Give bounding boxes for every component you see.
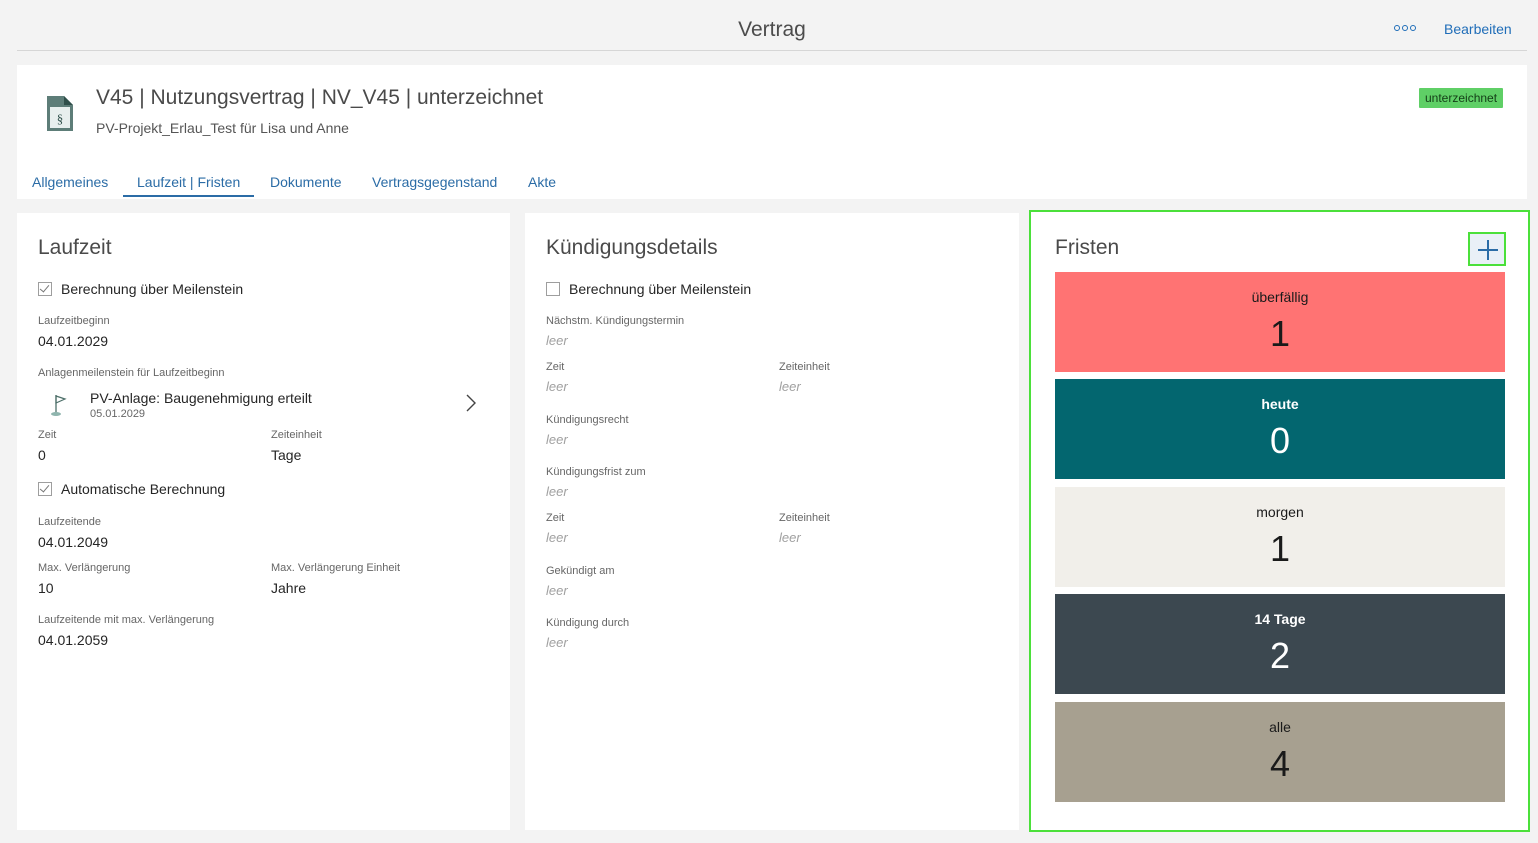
checkbox-label: Berechnung über Meilenstein — [61, 281, 244, 297]
tile-count: 1 — [1269, 528, 1291, 569]
kuendigung-milestone-checkbox-row[interactable]: Berechnung über Meilenstein — [546, 281, 751, 297]
checkbox-label: Berechnung über Meilenstein — [569, 281, 752, 297]
section-title: Kündigungsdetails — [546, 236, 718, 259]
tile-count: 1 — [1269, 313, 1291, 354]
tile-label: morgen — [1256, 504, 1304, 520]
field-label: Zeiteinheit — [271, 429, 322, 441]
tile-label: 14 Tage — [1254, 611, 1306, 627]
empty-value: leer — [546, 432, 568, 447]
tile-count: 0 — [1269, 420, 1291, 461]
milestone-date: 05.01.2029 — [90, 408, 146, 420]
chevron-right-icon[interactable] — [464, 393, 478, 413]
contract-document-icon: § — [47, 96, 73, 131]
field-label: Kündigungsfrist zum — [546, 466, 646, 478]
status-badge: unterzeichnet — [1419, 88, 1504, 108]
empty-value: leer — [546, 635, 568, 650]
tile-tomorrow[interactable]: morgen 1 — [1055, 487, 1505, 587]
empty-value: leer — [779, 530, 801, 545]
kuendigung-panel: Kündigungsdetails Berechnung über Meilen… — [525, 213, 1019, 830]
flag-icon — [51, 395, 67, 416]
field-label: Laufzeitende mit max. Verlängerung — [38, 614, 215, 626]
dot-icon — [1394, 25, 1400, 31]
checkbox-label: Automatische Berechnung — [61, 481, 226, 497]
field-label: Gekündigt am — [546, 565, 615, 577]
field-label: Zeiteinheit — [779, 361, 830, 373]
empty-value: leer — [779, 379, 801, 394]
zeit-value: 0 — [38, 447, 46, 463]
tile-overdue[interactable]: überfällig 1 — [1055, 272, 1505, 372]
tile-label: überfällig — [1251, 289, 1309, 305]
empty-value: leer — [546, 379, 568, 394]
contract-title: V45 | Nutzungsvertrag | NV_V45 | unterze… — [96, 86, 544, 109]
milestone-link[interactable]: PV-Anlage: Baugenehmigung erteilt 05.01.… — [38, 388, 488, 426]
tile-label: alle — [1269, 719, 1291, 735]
fristen-panel: Fristen überfällig 1 heute 0 morgen 1 14… — [1029, 210, 1530, 832]
tile-all[interactable]: alle 4 — [1055, 702, 1505, 802]
milestone-title: PV-Anlage: Baugenehmigung erteilt — [90, 390, 312, 406]
tile-today[interactable]: heute 0 — [1055, 379, 1505, 479]
field-label: Zeit — [546, 361, 565, 373]
field-label: Kündigungsrecht — [546, 414, 629, 426]
tile-label: heute — [1261, 396, 1299, 412]
top-bar: Vertrag Bearbeiten — [17, 0, 1527, 51]
section-title: Laufzeit — [38, 236, 112, 259]
svg-text:§: § — [57, 111, 64, 126]
tile-14-days[interactable]: 14 Tage 2 — [1055, 594, 1505, 694]
max-ext-value: 10 — [38, 580, 54, 596]
tab-laufzeit-fristen[interactable]: Laufzeit | Fristen — [123, 174, 255, 197]
auto-calc-checkbox[interactable] — [38, 482, 52, 496]
dot-icon — [1402, 25, 1408, 31]
field-label: Laufzeitende — [38, 516, 101, 528]
end-max-value: 04.01.2059 — [38, 632, 109, 648]
tile-count: 2 — [1269, 635, 1291, 676]
tab-vertragsgegenstand[interactable]: Vertragsgegenstand — [372, 174, 497, 190]
empty-value: leer — [546, 530, 568, 545]
field-label: Kündigung durch — [546, 617, 630, 629]
more-options-button[interactable] — [1394, 22, 1416, 34]
empty-value: leer — [546, 484, 568, 499]
field-label: Max. Verlängerung Einheit — [271, 562, 401, 574]
laufzeit-panel: Laufzeit Berechnung über Meilenstein Lau… — [17, 213, 510, 830]
empty-value: leer — [546, 333, 568, 348]
max-ext-unit-value: Jahre — [271, 580, 307, 596]
field-label: Zeiteinheit — [779, 512, 830, 524]
tile-count: 4 — [1269, 743, 1291, 784]
tab-dokumente[interactable]: Dokumente — [270, 174, 342, 190]
end-value: 04.01.2049 — [38, 534, 109, 550]
tab-allgemeines[interactable]: Allgemeines — [32, 174, 108, 190]
field-label: Max. Verlängerung — [38, 562, 131, 574]
calc-milestone-checkbox-row[interactable]: Berechnung über Meilenstein — [38, 281, 243, 297]
contract-subtitle: PV-Projekt_Erlau_Test für Lisa und Anne — [96, 120, 349, 136]
field-label: Laufzeitbeginn — [38, 315, 110, 327]
empty-value: leer — [546, 583, 568, 598]
field-label: Zeit — [38, 429, 57, 441]
calc-milestone-checkbox[interactable] — [38, 282, 52, 296]
zeiteinheit-value: Tage — [271, 447, 302, 463]
kuendigung-milestone-checkbox[interactable] — [546, 282, 560, 296]
auto-calc-checkbox-row[interactable]: Automatische Berechnung — [38, 481, 225, 497]
page-title: Vertrag — [738, 18, 806, 41]
field-label: Zeit — [546, 512, 565, 524]
field-label: Anlagenmeilenstein für Laufzeitbeginn — [38, 367, 225, 379]
edit-button[interactable]: Bearbeiten — [1444, 21, 1512, 37]
add-deadline-button[interactable] — [1468, 232, 1506, 266]
begin-value: 04.01.2029 — [38, 333, 109, 349]
section-title: Fristen — [1055, 236, 1120, 259]
dot-icon — [1410, 25, 1416, 31]
tab-akte[interactable]: Akte — [528, 174, 556, 190]
contract-header: § V45 | Nutzungsvertrag | NV_V45 | unter… — [17, 65, 1527, 199]
field-label: Nächstm. Kündigungstermin — [546, 315, 685, 327]
